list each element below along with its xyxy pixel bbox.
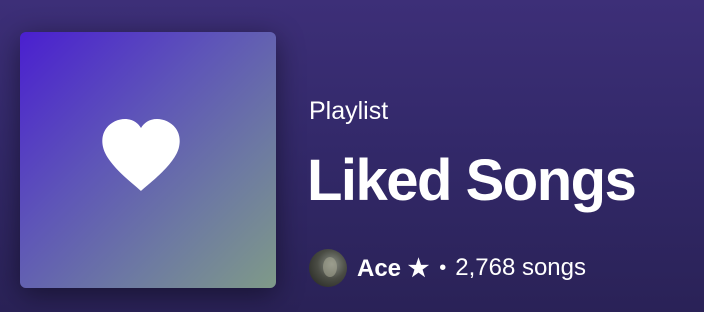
owner-name-link[interactable]: Ace ★: [357, 254, 429, 283]
avatar[interactable]: [309, 249, 347, 287]
heart-icon: [102, 119, 180, 191]
owner-row: Ace ★ • 2,768 songs: [309, 248, 586, 288]
playlist-type-label: Playlist: [309, 97, 389, 125]
playlist-header: Playlist Liked Songs Ace ★ • 2,768 songs: [0, 0, 704, 312]
song-count: 2,768 songs: [455, 254, 587, 281]
playlist-cover: [20, 32, 276, 288]
dot-separator: •: [439, 256, 447, 279]
page-title: Liked Songs: [307, 148, 637, 213]
